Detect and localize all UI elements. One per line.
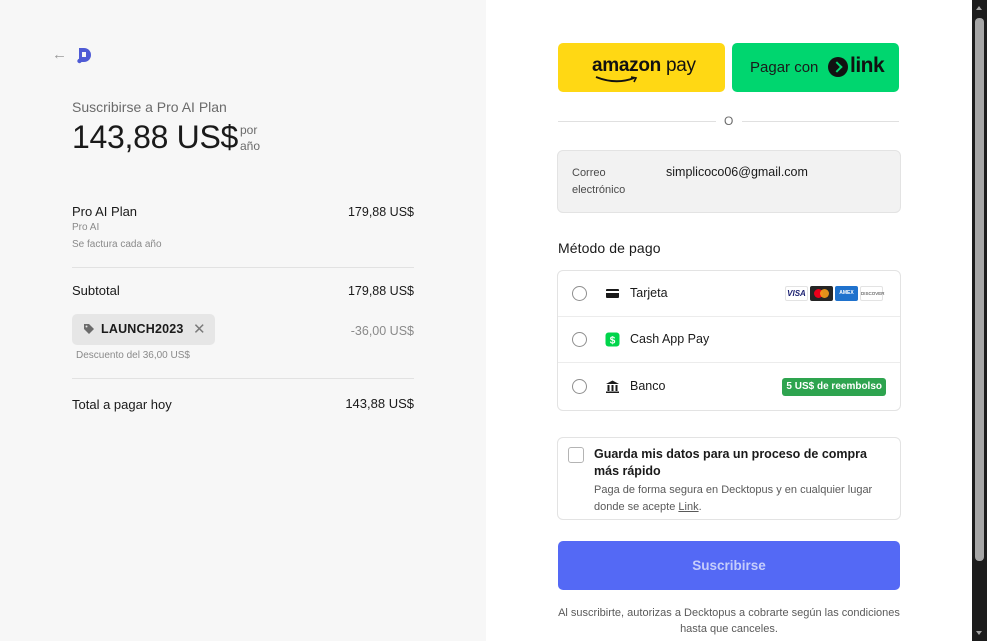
line-item-price: 179,88 US$ [347,205,414,219]
radio-bank[interactable] [572,379,587,394]
payment-option-label: Tarjeta [630,286,668,300]
save-info-title: Guarda mis datos para un proceso de comp… [594,447,867,478]
amazon-pay-logo: amazon pay [592,55,696,76]
visa-icon: VISA [785,286,808,301]
discount-value: -36,00 US$ [350,324,414,338]
payment-option-card[interactable]: Tarjeta VISA AMEX DISCOVER [558,271,900,317]
remove-promo-icon[interactable]: ✕ [193,320,206,338]
email-label: Correo electrónico [572,167,626,196]
subscribe-button[interactable]: Suscribirse [558,541,900,590]
subtotal-label: Subtotal [72,283,120,298]
payment-method-list: Tarjeta VISA AMEX DISCOVER $ Cash App Pay … [557,270,901,411]
total-value: 143,88 US$ [345,396,414,411]
link-logo: link [850,54,885,77]
amazon-smile-icon [595,76,638,83]
link-learn-more[interactable]: Link [678,501,698,513]
link-arrow-icon [828,57,848,77]
decktopus-logo-icon[interactable] [76,46,92,64]
discover-icon: DISCOVER [860,286,885,301]
credit-card-icon [606,289,619,298]
line-item-name: Pro AI Plan [72,204,138,219]
email-value[interactable]: simplicoco06@gmail.com [666,165,808,179]
scrollbar[interactable] [972,0,987,641]
save-info-box: Guarda mis datos para un proceso de comp… [557,437,901,520]
promo-code-chip[interactable]: LAUNCH2023 ✕ [72,314,215,345]
divider [742,121,899,122]
save-info-desc: Paga de forma segura en Decktopus y en c… [594,484,873,513]
payment-option-label: Cash App Pay [630,332,710,346]
tag-icon [84,324,94,334]
link-pay-label: Pagar con [750,59,819,76]
save-info-checkbox[interactable] [568,447,584,463]
scroll-up-icon[interactable] [976,6,982,10]
divider [558,121,716,122]
scrollbar-thumb[interactable] [975,18,984,561]
radio-cashapp[interactable] [572,332,587,347]
scroll-down-icon[interactable] [976,631,982,635]
bank-icon [606,380,619,393]
order-summary-panel: ← Suscribirse a Pro AI Plan 143,88 US$ p… [0,0,486,641]
payment-option-bank[interactable]: Banco 5 US$ de reembolso [558,364,900,410]
radio-card[interactable] [572,286,587,301]
cashback-badge: 5 US$ de reembolso [782,378,886,396]
amazon-pay-button[interactable]: amazon pay [558,43,725,92]
line-item-billing: Se factura cada año [72,239,162,250]
arrow-left-icon[interactable]: ← [52,46,67,64]
email-field[interactable]: Correo electrónico simplicoco06@gmail.co… [557,150,901,213]
link-pay-button[interactable]: Pagar con link [732,43,899,92]
terms-text: Al suscribirte, autorizas a Decktopus a … [558,607,900,635]
payment-option-label: Banco [630,379,666,393]
divider [72,267,414,268]
price-period: por año [240,123,261,153]
promo-code: LAUNCH2023 [101,322,184,336]
divider [72,378,414,379]
amex-icon: AMEX [835,286,858,301]
or-separator: O [724,114,734,128]
payment-option-cashapp[interactable]: $ Cash App Pay [558,317,900,363]
card-brands: VISA AMEX DISCOVER [783,286,885,301]
subtotal-value: 179,88 US$ [347,284,414,298]
plan-price: 143,88 US$ [72,119,239,155]
payment-method-title: Método de pago [558,240,661,256]
mastercard-icon [810,286,833,301]
cash-app-icon: $ [605,332,620,347]
line-item-desc: Pro AI [72,222,100,233]
svg-text:$: $ [610,336,616,347]
discount-desc: Descuento del 36,00 US$ [76,350,190,361]
total-label: Total a pagar hoy [72,397,172,412]
plan-subscribe-title: Suscribirse a Pro AI Plan [72,99,227,115]
